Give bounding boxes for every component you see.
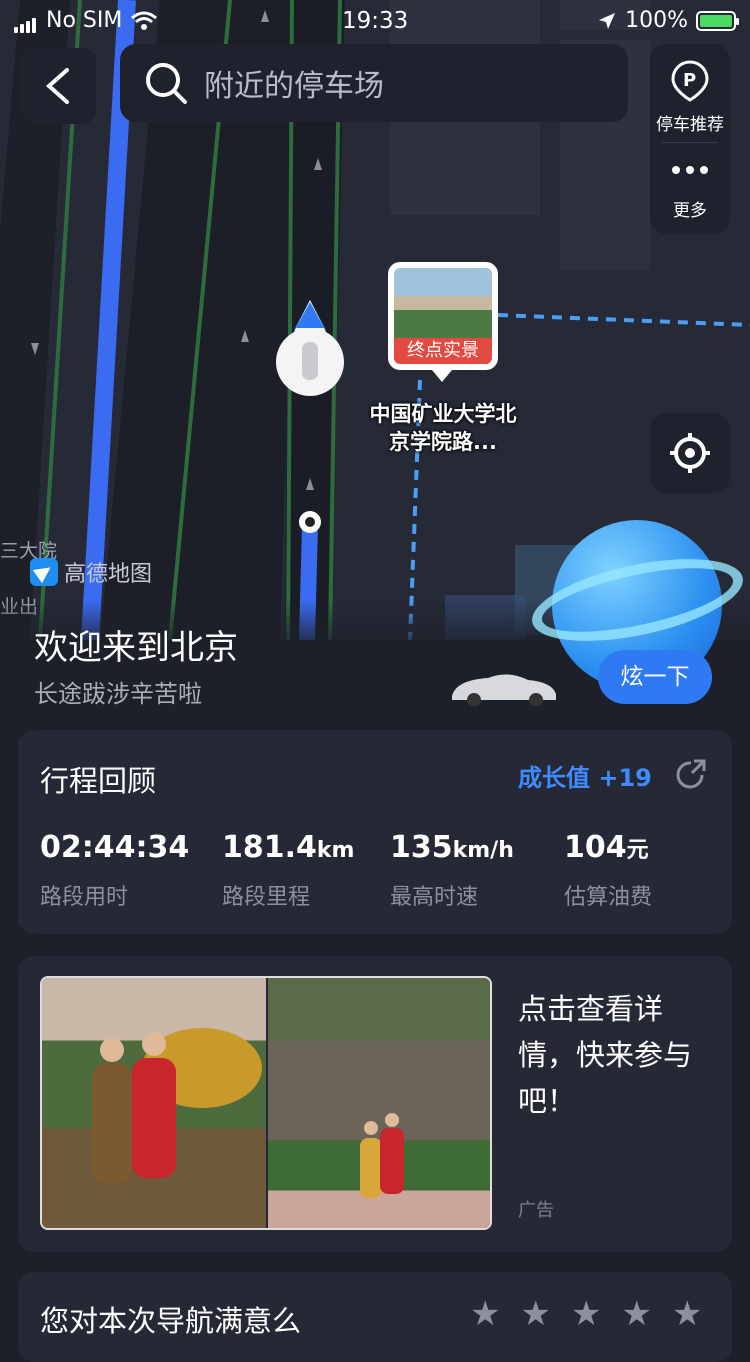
trip-review-card: 行程回顾 成长值 +19 02:44:34 路段用时 181.4km 路段里程 … bbox=[18, 730, 732, 934]
stat-value: 02:44:34 bbox=[40, 830, 190, 865]
svg-text:P: P bbox=[683, 70, 696, 91]
parking-icon: P bbox=[671, 60, 709, 102]
stat-unit: km/h bbox=[452, 838, 514, 863]
more-dots-icon bbox=[672, 166, 708, 174]
stat-max-speed: 135km/h 最高时速 bbox=[390, 830, 514, 911]
growth-value-badge[interactable]: 成长值 +19 bbox=[518, 758, 652, 793]
more-button[interactable]: 更多 bbox=[650, 144, 730, 234]
wifi-icon bbox=[131, 11, 158, 30]
clock: 19:33 bbox=[342, 8, 409, 34]
stat-label: 最高时速 bbox=[390, 885, 479, 910]
amap-logo-icon bbox=[30, 558, 58, 586]
back-button[interactable] bbox=[20, 48, 96, 124]
ad-photo-right bbox=[268, 978, 490, 1228]
search-bar[interactable]: 附近的停车场 bbox=[120, 44, 628, 122]
welcome-subtitle: 长途跋涉辛苦啦 bbox=[34, 680, 202, 708]
stat-label: 路段用时 bbox=[40, 885, 129, 910]
ad-photo-left bbox=[42, 978, 266, 1228]
search-placeholder: 附近的停车场 bbox=[204, 69, 384, 104]
share-icon[interactable] bbox=[674, 758, 708, 792]
star-icon[interactable]: ★ bbox=[672, 1294, 702, 1334]
stat-label: 估算油费 bbox=[564, 885, 653, 910]
welcome-title: 欢迎来到北京 bbox=[34, 628, 238, 668]
trip-review-title: 行程回顾 bbox=[40, 764, 157, 798]
star-icon[interactable]: ★ bbox=[571, 1294, 601, 1334]
divider bbox=[662, 142, 718, 143]
battery-percent: 100% bbox=[625, 8, 688, 33]
people-illustration bbox=[92, 1028, 262, 1183]
stat-fuel-cost: 104元 估算油费 bbox=[564, 830, 652, 911]
destination-tag: 终点实景 bbox=[394, 338, 492, 364]
stat-duration: 02:44:34 路段用时 bbox=[40, 830, 189, 911]
signal-icon bbox=[14, 8, 38, 33]
status-bar: No SIM 19:33 100% bbox=[0, 0, 750, 40]
destination-name[interactable]: 中国矿业大学北京学院路... bbox=[360, 400, 526, 456]
car-illustration bbox=[452, 674, 556, 706]
star-icon[interactable]: ★ bbox=[621, 1294, 651, 1334]
locate-button[interactable] bbox=[650, 413, 730, 493]
stat-value: 181.4 bbox=[222, 830, 317, 865]
ad-card[interactable]: 点击查看详情，快来参与吧！ 广告 bbox=[18, 956, 732, 1252]
people-illustration bbox=[360, 1113, 404, 1198]
ad-photo bbox=[40, 976, 492, 1230]
rating-stars: ★ ★ ★ ★ ★ bbox=[470, 1294, 702, 1334]
stat-unit: km bbox=[316, 838, 355, 863]
parking-recommend-label: 停车推荐 bbox=[656, 115, 724, 135]
stat-distance: 181.4km 路段里程 bbox=[222, 830, 354, 911]
ad-text: 点击查看详情，快来参与吧！ bbox=[518, 992, 693, 1118]
map-side-panel: P 停车推荐 更多 bbox=[650, 44, 730, 234]
amap-logo-text: 高德地图 bbox=[64, 562, 153, 587]
search-icon bbox=[146, 63, 187, 104]
more-label: 更多 bbox=[673, 201, 707, 221]
stat-label: 路段里程 bbox=[222, 885, 311, 910]
show-off-button[interactable]: 炫一下 bbox=[598, 650, 712, 704]
stat-value: 104 bbox=[564, 830, 627, 865]
chevron-left-icon bbox=[45, 68, 69, 104]
destination-photo-card[interactable]: 终点实景 bbox=[388, 262, 498, 382]
locate-icon bbox=[670, 433, 710, 473]
stat-value: 135 bbox=[390, 830, 453, 865]
star-icon[interactable]: ★ bbox=[470, 1294, 500, 1334]
star-icon[interactable]: ★ bbox=[520, 1294, 550, 1334]
destination-photo bbox=[394, 268, 492, 338]
carrier-label: No SIM bbox=[46, 8, 123, 33]
stat-unit: 元 bbox=[626, 838, 649, 863]
parking-recommend-button[interactable]: P 停车推荐 bbox=[650, 44, 730, 139]
location-arrow-icon bbox=[599, 12, 616, 29]
ad-tag: 广告 bbox=[518, 1200, 554, 1221]
rating-card: 您对本次导航满意么 ★ ★ ★ ★ ★ bbox=[18, 1272, 732, 1362]
amap-logo: 高德地图 bbox=[30, 556, 152, 588]
battery-icon bbox=[696, 10, 739, 31]
